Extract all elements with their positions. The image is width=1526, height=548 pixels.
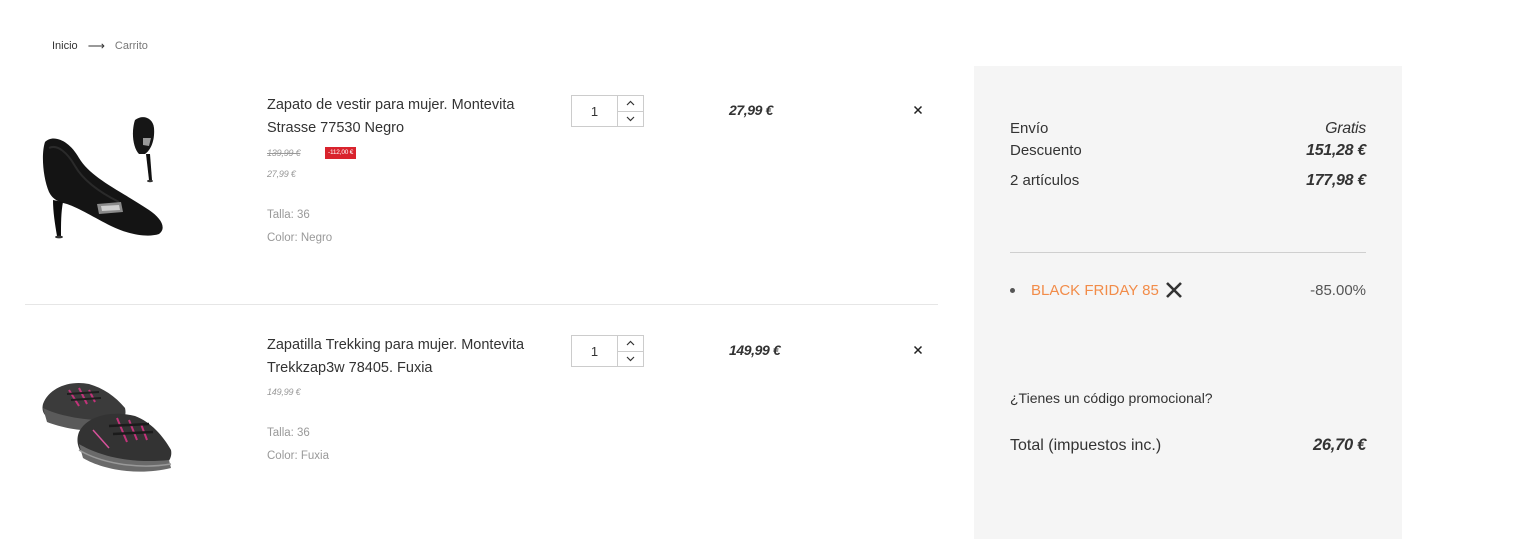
total-label: Total (impuestos inc.) bbox=[1010, 437, 1162, 454]
breadcrumb: Inicio ⟶ Carrito bbox=[52, 39, 148, 53]
size-attribute: Talla: 36 bbox=[267, 427, 310, 439]
remove-item-button[interactable] bbox=[910, 342, 926, 358]
close-icon bbox=[913, 345, 923, 355]
shipping-row: Envío Gratis bbox=[1010, 120, 1366, 138]
discount-badge: -112,00 € bbox=[325, 147, 357, 159]
unit-price: 27,99 € bbox=[267, 169, 296, 179]
remove-item-button[interactable] bbox=[910, 102, 926, 118]
quantity-input[interactable] bbox=[572, 336, 618, 366]
quantity-stepper bbox=[571, 95, 644, 127]
voucher-value: -85.00% bbox=[1310, 281, 1366, 299]
applied-voucher: BLACK FRIDAY 85 -85.00% bbox=[1010, 281, 1366, 299]
trekking-sneaker-image bbox=[42, 382, 172, 472]
color-attribute: Color: Negro bbox=[267, 232, 333, 244]
bullet-icon bbox=[1010, 287, 1015, 293]
discount-label: Descuento bbox=[1010, 142, 1082, 159]
cart-item: Zapatilla Trekking para mujer. Montevita… bbox=[25, 306, 938, 526]
product-image[interactable] bbox=[39, 108, 179, 248]
summary-divider bbox=[1010, 252, 1366, 253]
quantity-input[interactable] bbox=[572, 96, 618, 126]
quantity-decrease-button[interactable] bbox=[618, 350, 643, 367]
breadcrumb-arrow-icon: ⟶ bbox=[87, 39, 105, 53]
product-name-link[interactable]: Zapato de vestir para mujer. Montevita S… bbox=[267, 94, 557, 140]
quantity-stepper bbox=[571, 335, 644, 367]
promo-code-link[interactable]: ¿Tienes un código promocional? bbox=[1010, 390, 1213, 406]
product-name-link[interactable]: Zapatilla Trekking para mujer. Montevita… bbox=[267, 334, 557, 380]
line-total-price: 149,99 € bbox=[729, 342, 781, 358]
discount-value: 151,28 € bbox=[1306, 142, 1366, 159]
quantity-decrease-button[interactable] bbox=[618, 110, 643, 127]
regular-price: 139,99 € bbox=[267, 148, 301, 158]
unit-price: 149,99 € bbox=[267, 387, 301, 397]
size-attribute: Talla: 36 bbox=[267, 209, 310, 221]
color-attribute: Color: Fuxia bbox=[267, 450, 329, 462]
quantity-increase-button[interactable] bbox=[618, 336, 643, 351]
shipping-label: Envío bbox=[1010, 120, 1049, 137]
breadcrumb-home-link[interactable]: Inicio bbox=[52, 40, 78, 52]
chevron-up-icon bbox=[626, 100, 635, 106]
cart-summary: Envío Gratis Descuento 151,28 € 2 artícu… bbox=[974, 66, 1402, 539]
chevron-down-icon bbox=[626, 356, 635, 362]
cart-item: Zapato de vestir para mujer. Montevita S… bbox=[25, 66, 938, 305]
quantity-increase-button[interactable] bbox=[618, 96, 643, 111]
items-count-label: 2 artículos bbox=[1010, 172, 1080, 189]
chevron-down-icon bbox=[626, 116, 635, 122]
chevron-up-icon bbox=[626, 340, 635, 346]
shipping-value: Gratis bbox=[1325, 120, 1366, 137]
breadcrumb-current: Carrito bbox=[114, 40, 148, 52]
black-heel-shoe-image bbox=[42, 117, 163, 239]
total-row: Total (impuestos inc.) 26,70 € bbox=[1010, 436, 1366, 455]
close-icon bbox=[913, 105, 923, 115]
items-row: 2 artículos 177,98 € bbox=[1010, 172, 1366, 190]
discount-row: Descuento 151,28 € bbox=[1010, 142, 1366, 160]
items-subtotal-value: 177,98 € bbox=[1306, 172, 1366, 189]
total-value: 26,70 € bbox=[1313, 436, 1366, 454]
product-image[interactable] bbox=[39, 344, 179, 484]
close-icon bbox=[1165, 282, 1182, 298]
voucher-name: BLACK FRIDAY 85 bbox=[1031, 281, 1159, 299]
line-total-price: 27,99 € bbox=[729, 102, 773, 118]
remove-voucher-button[interactable] bbox=[1165, 281, 1183, 299]
